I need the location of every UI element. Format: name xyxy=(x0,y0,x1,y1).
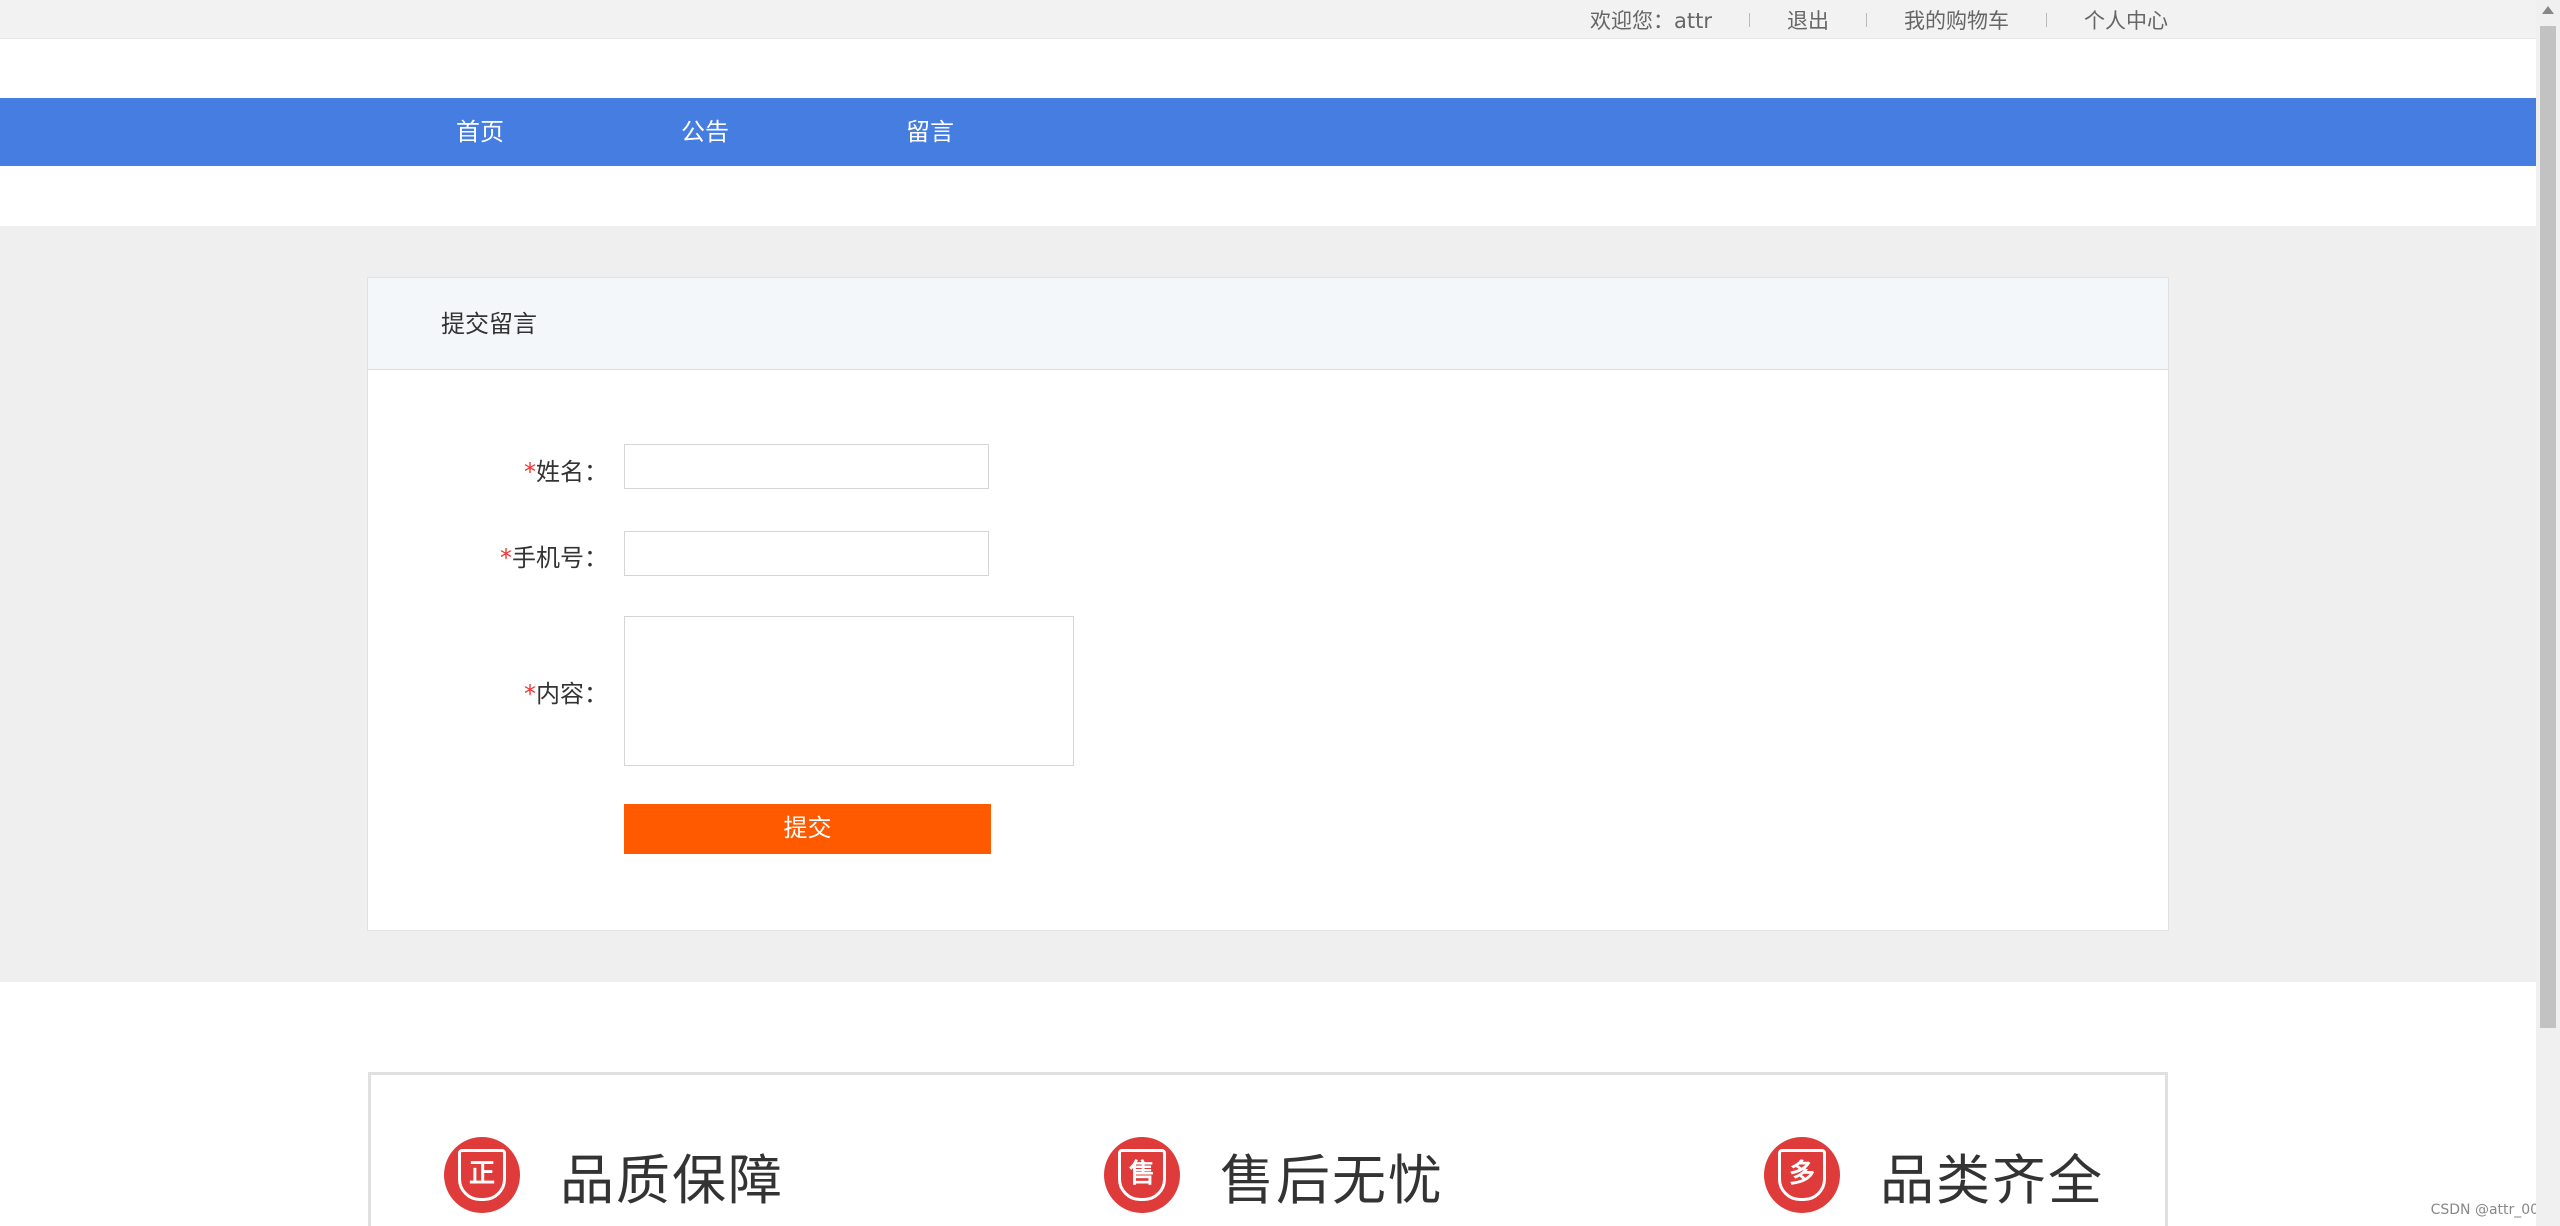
profile-link[interactable]: 个人中心 xyxy=(2084,5,2168,35)
scroll-up-icon[interactable] xyxy=(2542,6,2554,14)
features-strip: 正 品质保障 售 售后无忧 多 品类齐全 xyxy=(368,1072,2168,1226)
content-label: *内容： xyxy=(458,674,608,709)
main-nav: 首页 公告 留言 xyxy=(0,98,2536,166)
top-bar: 欢迎您：attr 退出 我的购物车 个人中心 xyxy=(0,0,2536,39)
required-mark: * xyxy=(524,680,536,708)
name-input[interactable] xyxy=(624,444,989,489)
feature-label: 品质保障 xyxy=(560,1148,784,1212)
submit-button[interactable]: 提交 xyxy=(624,804,991,854)
feature-variety: 多 品类齐全 xyxy=(1764,1135,2104,1215)
welcome-text: 欢迎您：attr xyxy=(1590,8,1712,33)
nav-item-message[interactable]: 留言 xyxy=(906,98,954,166)
watermark: CSDN @attr_001 xyxy=(2430,1202,2548,1218)
divider xyxy=(2046,12,2047,27)
form-title: 提交留言 xyxy=(441,310,537,338)
nav-item-notice[interactable]: 公告 xyxy=(681,98,729,166)
phone-label-text: 手机号： xyxy=(512,544,608,572)
name-label-text: 姓名： xyxy=(536,458,608,486)
vertical-scrollbar[interactable] xyxy=(2536,0,2560,1226)
content-textarea[interactable] xyxy=(624,616,1074,766)
nav-item-home[interactable]: 首页 xyxy=(456,98,504,166)
content-label-text: 内容： xyxy=(536,680,608,708)
scroll-thumb[interactable] xyxy=(2540,26,2556,1028)
variety-icon: 多 xyxy=(1764,1137,1840,1213)
feature-after-sale: 售 售后无忧 xyxy=(1104,1135,1444,1215)
phone-input[interactable] xyxy=(624,531,989,576)
feature-label: 售后无忧 xyxy=(1220,1148,1444,1212)
divider xyxy=(1866,12,1867,27)
cart-link[interactable]: 我的购物车 xyxy=(1904,5,2009,35)
feature-quality: 正 品质保障 xyxy=(444,1135,784,1215)
after-sale-icon: 售 xyxy=(1104,1137,1180,1213)
feature-label: 品类齐全 xyxy=(1880,1148,2104,1212)
top-links: 欢迎您：attr 退出 我的购物车 个人中心 xyxy=(1590,0,2168,39)
divider xyxy=(1749,12,1750,27)
name-label: *姓名： xyxy=(458,452,608,487)
logout-link[interactable]: 退出 xyxy=(1787,5,1829,35)
certified-icon: 正 xyxy=(444,1137,520,1213)
panel-header: 提交留言 xyxy=(368,278,2168,370)
required-mark: * xyxy=(500,544,512,572)
phone-label: *手机号： xyxy=(458,538,608,573)
required-mark: * xyxy=(524,458,536,486)
